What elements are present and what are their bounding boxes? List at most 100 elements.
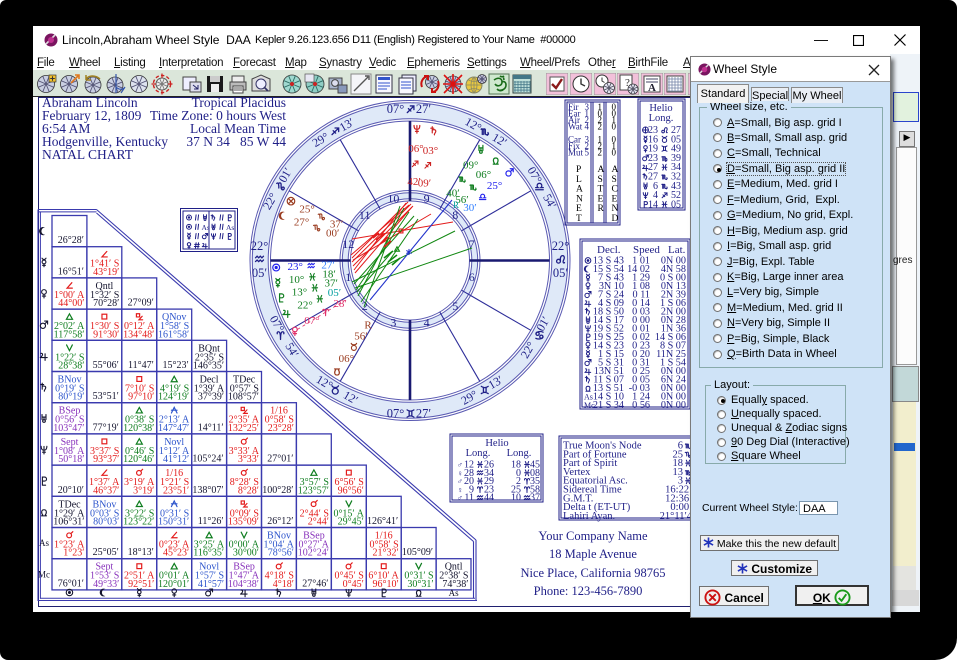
svg-text:03°: 03°: [423, 145, 438, 157]
svg-text:4°18′: 4°18′: [273, 579, 294, 590]
svg-text:8: 8: [452, 208, 458, 222]
svg-text:14: 14: [648, 199, 658, 210]
svg-text:106°31′: 106°31′: [53, 517, 84, 528]
svg-text:07°: 07°: [304, 315, 319, 327]
svg-text:55°06′: 55°06′: [93, 360, 119, 371]
svg-text:20°10′: 20°10′: [58, 485, 84, 496]
svg-text:As: As: [226, 223, 234, 232]
svg-text:108°57′: 108°57′: [228, 392, 259, 403]
svg-text:97°10′: 97°10′: [128, 392, 154, 403]
svg-text:105°24′: 105°24′: [192, 454, 223, 465]
svg-text:43°19′: 43°19′: [93, 267, 119, 278]
svg-text:30°00′: 30°00′: [233, 548, 259, 559]
svg-text:L: L: [576, 175, 582, 185]
svg-text:123°57′: 123°57′: [298, 485, 329, 496]
svg-text:116°35′: 116°35′: [193, 548, 224, 559]
svg-text:96°10′: 96°10′: [373, 579, 399, 590]
svg-text:22°: 22°: [251, 239, 269, 253]
svg-text:8°28′: 8°28′: [238, 485, 259, 496]
svg-text:R: R: [598, 204, 605, 214]
svg-text:♂: ♂: [457, 494, 463, 503]
svg-text:22°: 22°: [297, 300, 312, 312]
svg-text:Phone: 123-456-7890: Phone: 123-456-7890: [534, 584, 643, 598]
svg-text:126°41′: 126°41′: [367, 516, 398, 527]
svg-text:R: R: [364, 320, 372, 332]
svg-text:5: 5: [452, 299, 458, 313]
svg-text:NATAL CHART: NATAL CHART: [42, 147, 134, 162]
svg-text:Lat.: Lat.: [668, 244, 686, 256]
svg-text:150°31′: 150°31′: [158, 517, 189, 528]
svg-text:102°24′: 102°24′: [298, 548, 329, 559]
svg-text:26°28′: 26°28′: [58, 235, 84, 246]
svg-text:123°22′: 123°22′: [123, 517, 154, 528]
svg-text:Long.: Long.: [649, 113, 674, 124]
svg-text:138°07′: 138°07′: [192, 485, 223, 496]
svg-text:70°28′: 70°28′: [93, 298, 119, 309]
svg-text:0: 0: [612, 148, 617, 158]
svg-text:37 N 34 85 W 44: 37 N 34 85 W 44: [186, 134, 286, 149]
svg-text:T: T: [576, 214, 582, 224]
svg-text:Long.: Long.: [507, 448, 532, 459]
svg-text:3: 3: [390, 315, 396, 329]
svg-text:146°35′: 146°35′: [193, 361, 224, 372]
svg-text:Long.: Long.: [466, 448, 491, 459]
svg-text:0N 00: 0N 00: [661, 400, 686, 411]
svg-text:11°47′: 11°47′: [128, 360, 154, 371]
svg-text:E: E: [598, 194, 604, 204]
svg-text:26°12′: 26°12′: [267, 516, 293, 527]
svg-text:25°: 25°: [299, 204, 314, 216]
svg-text:93°37′: 93°37′: [93, 454, 119, 465]
svg-text:23°51′: 23°51′: [163, 485, 189, 496]
svg-text:27′: 27′: [416, 407, 432, 421]
svg-text:1: 1: [345, 270, 351, 284]
svg-text:0 56: 0 56: [632, 400, 650, 411]
svg-text:06°: 06°: [408, 143, 423, 155]
svg-text:5: 5: [585, 148, 590, 158]
svg-text:22°: 22°: [552, 239, 570, 253]
svg-text:16°51′: 16°51′: [58, 266, 84, 277]
svg-text:27°: 27°: [294, 217, 309, 229]
svg-text:21°11′4: 21°11′4: [660, 511, 693, 522]
svg-text:D: D: [612, 214, 619, 224]
svg-text:27′: 27′: [416, 102, 432, 116]
svg-text:S: S: [612, 175, 617, 185]
svg-text:2°44′: 2°44′: [308, 517, 329, 528]
svg-text:80°03′: 80°03′: [93, 517, 119, 528]
svg-text:Wat: Wat: [568, 122, 583, 132]
svg-text:27°09′: 27°09′: [128, 298, 154, 309]
svg-text:37°39′: 37°39′: [198, 392, 224, 403]
svg-text:18°13′: 18°13′: [128, 547, 154, 558]
svg-text:76°01′: 76°01′: [58, 578, 84, 589]
svg-text:Mut: Mut: [568, 148, 584, 158]
svg-text:50°18′: 50°18′: [58, 454, 84, 465]
svg-text:18 Maple Avenue: 18 Maple Avenue: [549, 547, 637, 561]
svg-text:05′: 05′: [252, 266, 268, 280]
svg-text:N: N: [612, 204, 619, 214]
svg-text:11: 11: [464, 493, 474, 504]
svg-text:105°09′: 105°09′: [402, 547, 433, 558]
svg-text:44°00′: 44°00′: [58, 298, 84, 309]
svg-text:R: R: [453, 200, 459, 210]
svg-text:44: 44: [484, 493, 494, 504]
svg-text:A: A: [576, 185, 583, 195]
svg-text:As: As: [202, 223, 210, 232]
svg-text:15°23′: 15°23′: [163, 360, 189, 371]
svg-text:124°19′: 124°19′: [158, 392, 189, 403]
svg-text:21 S 34: 21 S 34: [593, 400, 624, 411]
svg-text:Decl.: Decl.: [597, 244, 621, 256]
svg-text:3°33′: 3°33′: [238, 454, 259, 465]
svg-text:78°56′: 78°56′: [268, 548, 294, 559]
svg-text:05′: 05′: [553, 266, 569, 280]
svg-text:4: 4: [585, 122, 590, 132]
svg-text:132°25′: 132°25′: [228, 423, 259, 434]
svg-text:T: T: [598, 185, 604, 195]
svg-text:Speed: Speed: [633, 244, 660, 256]
svg-text:10: 10: [387, 192, 399, 206]
svg-text:E: E: [612, 194, 618, 204]
svg-text:As: As: [39, 538, 49, 548]
svg-text:53°51′: 53°51′: [93, 391, 119, 402]
svg-text:6: 6: [469, 270, 475, 284]
svg-text:05: 05: [671, 199, 681, 210]
svg-text:Mc: Mc: [38, 569, 50, 579]
svg-text:120°38′: 120°38′: [123, 423, 154, 434]
